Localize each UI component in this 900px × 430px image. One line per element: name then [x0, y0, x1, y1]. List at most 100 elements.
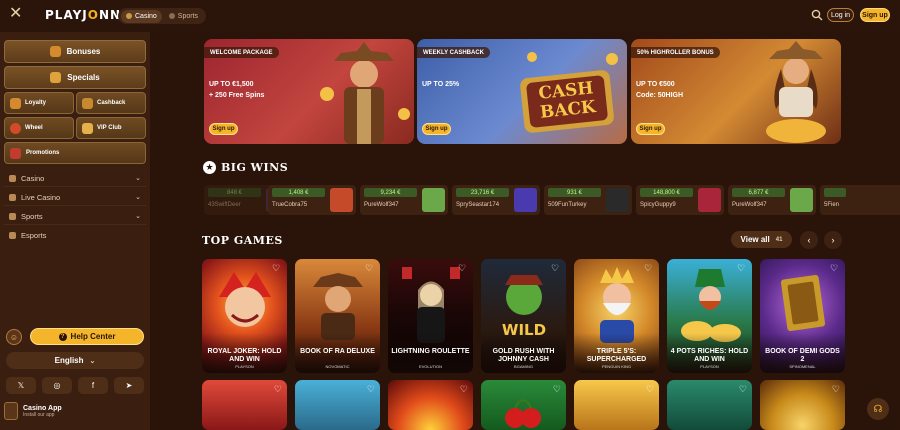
casino-app-link[interactable]: Casino App Install our app — [4, 400, 146, 422]
search-icon[interactable] — [811, 9, 823, 21]
facebook-icon[interactable]: f — [78, 377, 108, 394]
game-card[interactable]: ♡ ROYAL JOKER: HOLD AND WIN PLAYSON — [202, 259, 287, 373]
heart-icon[interactable]: ♡ — [737, 263, 747, 273]
win-card[interactable]: 5Fien — [820, 185, 900, 215]
sidebar-nav-esports[interactable]: Esports — [4, 227, 146, 244]
game-card[interactable]: ♡ — [481, 380, 566, 430]
sidebar-nav-sports[interactable]: Sports ⌄ — [4, 208, 146, 225]
game-card[interactable]: ♡ — [202, 380, 287, 430]
sidebar-item-wheel[interactable]: Wheel — [4, 117, 74, 139]
banner-welcome[interactable]: WELCOME PACKAGE UP TO €1,500 + 250 Free … — [204, 39, 414, 144]
sidebar-item-vip-club[interactable]: VIP Club — [76, 117, 146, 139]
win-card[interactable]: 9,234 € PureWolf347 — [360, 185, 448, 215]
joker-illustration — [219, 272, 271, 327]
view-all-button[interactable]: View all 41 — [731, 231, 792, 248]
win-amount: 23,716 € — [456, 188, 509, 197]
heart-icon[interactable]: ♡ — [551, 263, 561, 273]
win-user: 5Fien — [824, 202, 840, 208]
question-icon: ? — [58, 332, 67, 341]
win-amount: 931 € — [548, 188, 601, 197]
banner-subline: Code: 50HIGH — [636, 92, 684, 99]
banner-signup-button[interactable]: Sign up — [209, 123, 238, 135]
game-provider: PLAYSON — [235, 364, 254, 369]
game-card[interactable]: ♡ — [388, 380, 473, 430]
game-card[interactable]: ♡ BOOK OF DEMI GODS 2 SPINOMENAL — [760, 259, 845, 373]
game-card[interactable]: ♡ 4 POTS RICHES: HOLD AND WIN PLAYSON — [667, 259, 752, 373]
win-card[interactable]: 23,716 € SprySeastar174 — [452, 185, 540, 215]
sidebar-item-promotions[interactable]: Promotions — [4, 142, 146, 164]
win-amount: 1,408 € — [272, 188, 325, 197]
king-illustration — [600, 267, 634, 343]
win-user: SpicyGuppy9 — [640, 202, 676, 208]
telegram-icon[interactable]: ➤ — [114, 377, 144, 394]
explorer-illustration — [313, 273, 363, 340]
game-thumbnail — [606, 188, 629, 212]
sidebar-item-specials[interactable]: Specials — [4, 66, 146, 89]
x-icon[interactable]: 𝕏 — [6, 377, 36, 394]
language-select[interactable]: English ⌄ — [6, 352, 144, 369]
star-icon: ★ — [203, 161, 216, 174]
game-card[interactable]: ♡ LIGHTNING ROULETTE EVOLUTION — [388, 259, 473, 373]
win-amount: 9,234 € — [364, 188, 417, 197]
win-card[interactable]: 6,877 € PureWolf347 — [728, 185, 816, 215]
game-card[interactable]: ♡ BOOK OF RA DELUXE NOVOMATIC — [295, 259, 380, 373]
banner-cashback[interactable]: CASH BACK WEEKLY CASHBACK UP TO 25% Sign… — [417, 39, 627, 144]
heart-icon[interactable]: ♡ — [830, 263, 840, 273]
support-icon[interactable]: ☺ — [6, 329, 22, 345]
heart-icon[interactable]: ♡ — [644, 263, 654, 273]
banner-signup-button[interactable]: Sign up — [636, 123, 665, 135]
cherry-icon — [505, 399, 541, 428]
sidebar-item-bonuses[interactable]: Bonuses — [4, 40, 146, 63]
game-card[interactable]: ♡ TRIPLE 5'S: SUPERCHARGED PENGUIN KING — [574, 259, 659, 373]
cashback-illustration: CASH BACK — [520, 52, 618, 133]
heart-icon[interactable]: ♡ — [646, 384, 654, 395]
heart-icon[interactable]: ♡ — [272, 263, 282, 273]
banner-headline: UP TO €1,500 — [209, 81, 254, 88]
cowboy-illustration — [320, 42, 410, 144]
banner-tag: 50% HIGHROLLER BONUS — [631, 47, 720, 58]
banner-highroller[interactable]: 50% HIGHROLLER BONUS UP TO €500 Code: 50… — [631, 39, 841, 144]
book-illustration — [780, 274, 826, 332]
game-card[interactable]: WILD ♡ GOLD RUSH WITH JOHNNY CASH BGAMIN… — [481, 259, 566, 373]
heart-icon[interactable]: ♡ — [832, 384, 840, 395]
win-card[interactable]: 148,800 € SpicyGuppy9 — [636, 185, 724, 215]
sidebar-nav-casino[interactable]: Casino ⌄ — [4, 170, 146, 187]
app-subtitle: Install our app — [23, 411, 55, 418]
game-card[interactable]: ♡ — [667, 380, 752, 430]
game-thumbnail — [422, 188, 445, 212]
heart-icon[interactable]: ♡ — [367, 384, 375, 395]
instagram-icon[interactable]: ◎ — [42, 377, 72, 394]
support-chat-icon[interactable]: ☊ — [867, 398, 889, 420]
help-center-button[interactable]: ? Help Center — [30, 328, 144, 345]
game-title: BOOK OF DEMI GODS 2 — [765, 348, 840, 363]
signup-button[interactable]: Sign up — [860, 8, 890, 22]
win-card[interactable]: 1,408 € TrueCobra75 — [268, 185, 356, 215]
close-icon[interactable]: ✕ — [9, 6, 22, 22]
sidebar-item-loyalty[interactable]: Loyalty — [4, 92, 74, 114]
chevron-right-icon[interactable]: › — [824, 231, 842, 249]
game-card[interactable]: ♡ — [295, 380, 380, 430]
login-button[interactable]: Log in — [827, 8, 854, 22]
tab-sports[interactable]: Sports — [164, 10, 203, 23]
sidebar-item-cashback[interactable]: Cashback — [76, 92, 146, 114]
win-amount: 6,877 € — [732, 188, 785, 197]
heart-icon[interactable]: ♡ — [460, 384, 468, 395]
heart-icon[interactable]: ♡ — [553, 384, 561, 395]
game-provider: EVOLUTION — [418, 364, 443, 369]
tab-casino[interactable]: Casino — [121, 9, 162, 23]
game-thumbnail — [698, 188, 721, 212]
game-provider: NOVOMATIC — [325, 364, 350, 369]
banner-tag: WEEKLY CASHBACK — [417, 47, 491, 58]
win-amount — [824, 188, 846, 197]
game-card[interactable]: ♡ — [574, 380, 659, 430]
chevron-left-icon[interactable]: ‹ — [800, 231, 818, 249]
heart-icon[interactable]: ♡ — [274, 384, 282, 395]
banner-signup-button[interactable]: Sign up — [422, 123, 451, 135]
win-card[interactable]: 931 € 509FunTurkey — [544, 185, 632, 215]
heart-icon[interactable]: ♡ — [458, 263, 468, 273]
game-thumbnail — [790, 188, 813, 212]
sidebar-nav-live-casino[interactable]: Live Casino ⌄ — [4, 189, 146, 206]
heart-icon[interactable]: ♡ — [739, 384, 747, 395]
game-card[interactable]: ♡ — [760, 380, 845, 430]
heart-icon[interactable]: ♡ — [365, 263, 375, 273]
